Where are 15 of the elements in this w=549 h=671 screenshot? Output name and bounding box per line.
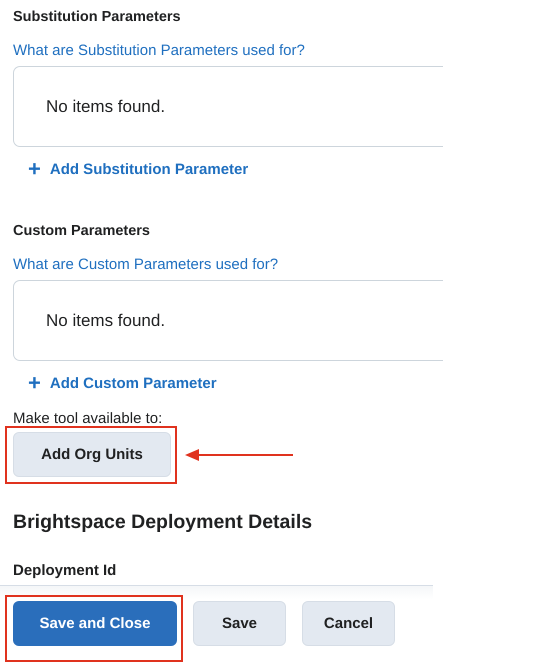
empty-message: No items found.	[46, 96, 166, 116]
help-link[interactable]: What are Custom Parameters used for?	[13, 256, 278, 274]
add-parameter-link[interactable]: + Add Substitution Parameter	[28, 160, 248, 178]
section-heading: Substitution Parameters	[13, 8, 181, 26]
save-and-close-button[interactable]: Save and Close	[13, 601, 177, 646]
footer-button[interactable]: Cancel	[302, 601, 395, 646]
footer-button[interactable]: Save	[193, 601, 286, 646]
section-heading: Brightspace Deployment Details	[13, 511, 312, 534]
field-label: Deployment Id	[13, 562, 116, 579]
section-heading: Custom Parameters	[13, 222, 150, 240]
add-parameter-link[interactable]: + Add Custom Parameter	[28, 374, 217, 392]
empty-message: No items found.	[46, 310, 166, 330]
availability-label: Make tool available to:	[13, 410, 162, 427]
help-link[interactable]: What are Substitution Parameters used for?	[13, 42, 305, 60]
add-org-units-button[interactable]: Add Org Units	[13, 432, 171, 477]
